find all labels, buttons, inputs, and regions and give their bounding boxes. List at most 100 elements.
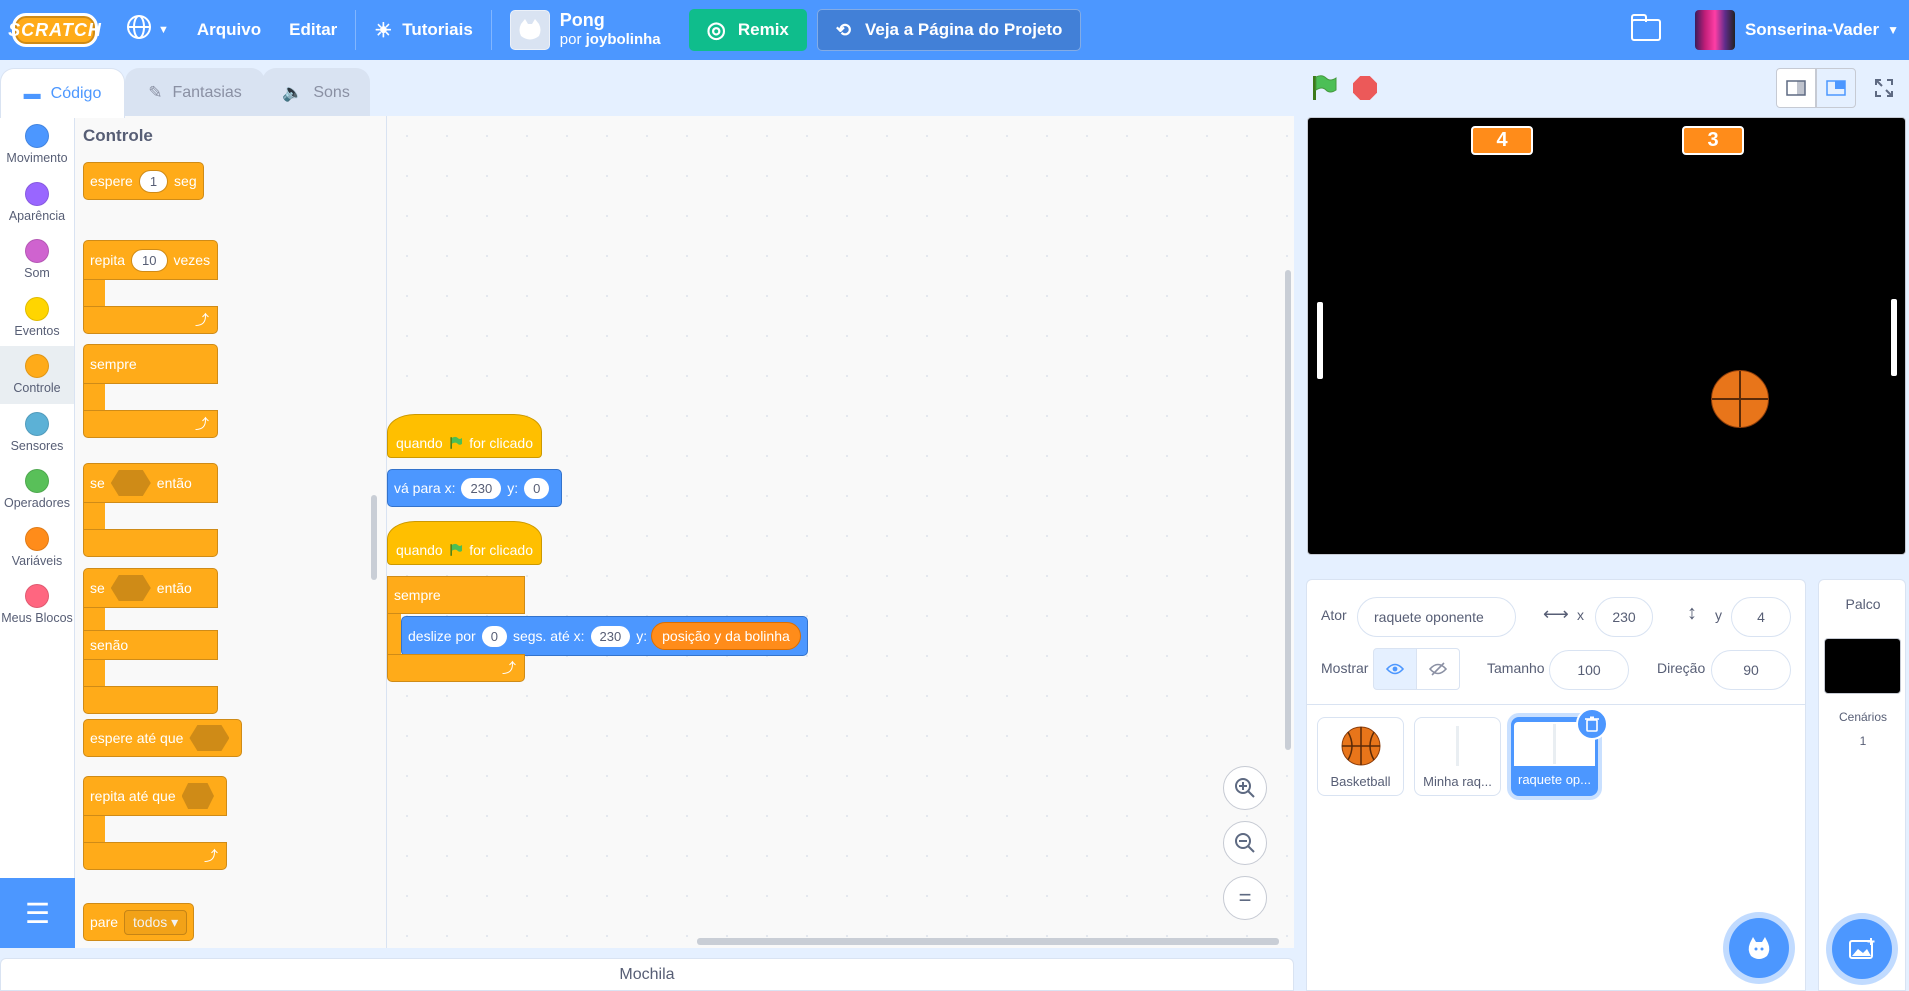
workspace-vertical-scrollbar[interactable] [1285,270,1291,750]
y-position-field[interactable]: 4 [1731,597,1791,637]
stop-button[interactable] [1353,76,1377,100]
category-operators[interactable]: Operadores [0,461,74,519]
brush-icon: ✎ [148,82,163,102]
tab-code[interactable]: ▬ Código [0,68,125,118]
stop-block[interactable]: pare todos ▾ [83,903,195,941]
trash-icon [1585,716,1599,732]
project-thumbnail [509,10,550,50]
sprite-name: Basketball [1330,774,1391,789]
chevron-down-icon: ▼ [158,24,169,36]
size-field[interactable]: 100 [1549,650,1629,690]
remix-button[interactable]: ◎ Remix [688,9,807,51]
loop-arrow-icon: ⤴ [387,654,525,682]
language-menu[interactable]: ▼ [112,0,183,60]
see-project-page-button[interactable]: ⟲ Veja a Página do Projeto [816,9,1082,51]
zoom-in-button[interactable] [1223,766,1267,810]
category-motion[interactable]: Movimento [0,116,74,174]
add-sprite-button[interactable] [1729,918,1789,978]
avatar[interactable] [1694,10,1735,50]
category-dot [25,354,49,379]
when-flag-clicked-block[interactable]: quando for clicado [387,414,542,458]
palette-heading: Controle [83,126,153,145]
sprite-name: Minha raq... [1423,774,1492,789]
paddle-thumbnail [1456,726,1459,766]
add-extension-button[interactable]: ☰ [0,878,75,948]
category-dot [25,526,49,551]
stage-thumbnail[interactable] [1824,638,1901,694]
player-paddle-sprite[interactable] [1317,302,1323,379]
category-sound[interactable]: Som [0,231,74,289]
small-stage-button[interactable] [1776,68,1816,108]
category-dot [25,181,49,206]
when-flag-clicked-block[interactable]: quando for clicado [387,521,542,565]
sprite-name-field[interactable]: raquete oponente [1357,597,1516,637]
forever-block[interactable]: sempre [387,576,525,614]
menu-bar: SCRATCH ▼ Arquivo Editar ☀ Tutoriais Pon… [0,0,1909,60]
scratch-logo[interactable]: SCRATCH [8,13,101,47]
lightbulb-icon: ☀ [374,19,393,42]
tutorials-button[interactable]: ☀ Tutoriais [360,0,486,60]
workspace-horizontal-scrollbar[interactable] [697,938,1279,945]
stage-canvas[interactable]: 4 3 [1307,117,1906,555]
backpack[interactable]: Mochila [0,958,1294,991]
block-palette: Controle espere 1 seg repita 10 vezes ⤴ semp… [75,116,387,948]
basketball-sprite[interactable] [1711,370,1769,428]
category-events[interactable]: Eventos [0,289,74,347]
sprite-info-panel: Ator raquete oponente ⟷ x 230 ↕ y 4 Most… [1306,579,1806,705]
backdrops-label: Cenários [1838,710,1888,724]
category-looks[interactable]: Aparência [0,174,74,232]
stage-selector[interactable]: Palco Cenários 1 [1818,579,1906,991]
chevron-down-icon[interactable]: ▼ [1887,23,1899,37]
project-author[interactable]: joybolinha [586,31,661,48]
glide-block[interactable]: deslize por 0 segs. até x: 230 y: posição y … [401,616,808,656]
zoom-reset-button[interactable]: = [1223,876,1267,920]
category-dot [25,124,49,149]
category-dot [25,469,49,494]
opponent-paddle-sprite[interactable] [1891,299,1897,376]
wait-block[interactable]: espere 1 seg [83,162,204,200]
green-flag-button[interactable] [1310,74,1338,102]
goto-xy-block[interactable]: vá para x: 230 y: 0 [387,469,563,507]
normal-stage-button[interactable] [1816,68,1856,108]
wait-until-block[interactable]: espere até que [83,719,243,757]
loop-arrow-icon: ⤴ [83,410,218,438]
divider [355,10,357,50]
hide-sprite-button[interactable] [1416,648,1460,690]
username[interactable]: Sonserina-Vader [1745,20,1879,40]
zoom-out-button[interactable] [1223,821,1267,865]
edit-menu[interactable]: Editar [275,0,351,60]
tab-sounds[interactable]: 🔈 Sons [262,68,370,116]
category-dot [25,296,49,321]
sprite-card-basketball[interactable]: Basketball [1317,717,1404,796]
y-arrows-icon: ↕ [1687,602,1697,624]
stop-option-dropdown[interactable]: todos ▾ [124,909,188,935]
category-dot [25,584,49,609]
cat-plus-icon [1748,937,1770,959]
x-position-field[interactable]: 230 [1595,597,1653,637]
category-my-blocks[interactable]: Meus Blocos [0,576,74,634]
script-workspace[interactable]: quando for clicado vá para x: 230 y: 0 quan… [387,116,1294,948]
fullscreen-button[interactable] [1864,68,1904,108]
palette-scrollbar[interactable] [371,495,377,580]
delete-sprite-button[interactable] [1576,708,1608,740]
direction-field[interactable]: 90 [1711,650,1791,690]
category-variables[interactable]: Variáveis [0,519,74,577]
backdrops-count: 1 [1859,734,1867,748]
show-sprite-button[interactable] [1373,648,1417,690]
folder-icon[interactable] [1630,14,1661,41]
remix-icon: ◎ [706,17,726,42]
sprite-card-my-paddle[interactable]: Minha raq... [1414,717,1501,796]
speaker-icon: 🔈 [282,82,304,102]
file-menu[interactable]: Arquivo [183,0,275,60]
ball-y-position-reporter[interactable]: posição y da bolinha [651,622,801,650]
category-control[interactable]: Controle [0,346,74,404]
green-flag-icon [450,436,462,449]
y-label: y [1715,607,1722,623]
add-backdrop-button[interactable] [1832,919,1892,979]
project-info[interactable]: Pong por joybolinha [496,0,675,60]
block-category-menu: Movimento Aparência Som Eventos Controle… [0,116,75,878]
category-sensing[interactable]: Sensores [0,404,74,462]
eye-icon [1386,663,1404,675]
divider [490,10,492,50]
tab-costumes[interactable]: ✎ Fantasias [125,68,265,116]
